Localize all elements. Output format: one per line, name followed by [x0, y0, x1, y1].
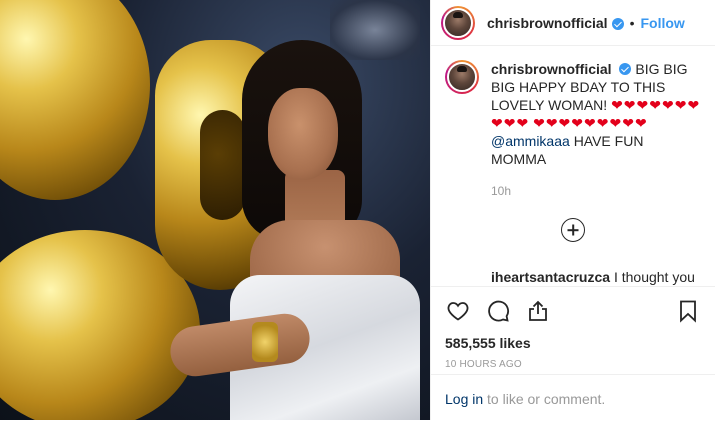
- post-timestamp[interactable]: 10 HOURS AGO: [445, 359, 701, 370]
- caption-timestamp[interactable]: 10h: [491, 182, 701, 200]
- like-count[interactable]: 585,555 likes: [445, 335, 701, 351]
- login-prompt: Log in to like or comment.: [431, 374, 715, 423]
- verified-badge-icon: [611, 17, 624, 30]
- caption-avatar[interactable]: [445, 60, 479, 94]
- verified-badge-icon: [619, 63, 632, 75]
- login-link[interactable]: Log in: [445, 391, 483, 407]
- login-prompt-text: to like or comment.: [487, 391, 606, 407]
- hearts-line-2: ❤❤❤❤❤❤❤❤❤: [533, 115, 648, 131]
- face: [268, 88, 338, 180]
- post-actions: 585,555 likes 10 HOURS AGO: [431, 286, 715, 370]
- heart-icon[interactable]: [445, 298, 471, 324]
- comment-username[interactable]: iheartsantacruzca: [491, 269, 610, 285]
- post-header: chrisbrownofficial • Follow: [431, 0, 715, 46]
- load-more-comments-plus-circle-icon[interactable]: [561, 218, 585, 242]
- gold-balloon-left: [0, 0, 150, 200]
- instagram-post: chrisbrownofficial • Follow chrisbrownof…: [0, 0, 715, 420]
- post-photo[interactable]: [0, 0, 430, 420]
- comment: iheartsantacruzca I thought you were hol…: [491, 268, 701, 286]
- post-side-panel: chrisbrownofficial • Follow chrisbrownof…: [430, 0, 715, 420]
- follow-button[interactable]: Follow: [640, 15, 684, 31]
- comment-icon[interactable]: [485, 298, 511, 324]
- gold-watch: [252, 322, 278, 362]
- caption: chrisbrownofficial BIG BIG BIG HAPPY BDA…: [445, 60, 701, 200]
- header-username[interactable]: chrisbrownofficial: [487, 15, 608, 31]
- share-icon[interactable]: [525, 298, 551, 324]
- mention-link[interactable]: @ammikaaa: [491, 133, 570, 149]
- avatar[interactable]: [441, 5, 475, 40]
- bookmark-icon[interactable]: [675, 298, 701, 324]
- woman-figure: [167, 40, 420, 420]
- separator-dot: •: [629, 14, 635, 31]
- caption-username[interactable]: chrisbrownofficial: [491, 61, 612, 77]
- comments-area[interactable]: chrisbrownofficial BIG BIG BIG HAPPY BDA…: [431, 46, 715, 286]
